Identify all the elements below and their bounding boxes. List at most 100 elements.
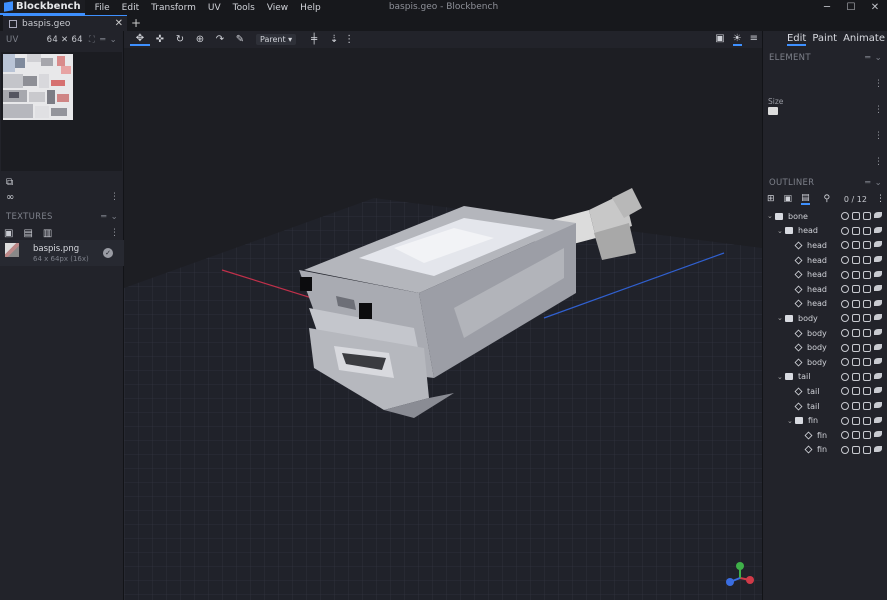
texture-folder-icon[interactable]: ▥: [43, 228, 52, 239]
chevron-down-icon[interactable]: ⌄: [767, 212, 775, 220]
more-options-icon[interactable]: ⋮: [874, 105, 883, 115]
toolbar-more-icon[interactable]: ⋮: [344, 34, 354, 45]
lock-icon[interactable]: [863, 343, 871, 352]
brush-tool-icon[interactable]: ✎: [230, 34, 250, 45]
lock-icon[interactable]: [863, 226, 871, 235]
pivot-tool-icon[interactable]: ⊕: [190, 34, 210, 45]
chevron-down-icon[interactable]: ⌄: [787, 417, 795, 425]
export-toggle-icon[interactable]: [841, 270, 849, 279]
close-tab-icon[interactable]: ✕: [115, 18, 123, 29]
minimize-button[interactable]: ─: [815, 0, 839, 15]
outliner-cube[interactable]: head: [763, 238, 887, 253]
chevron-down-icon[interactable]: ⌄: [875, 178, 882, 188]
eye-icon[interactable]: [874, 314, 882, 321]
chevron-down-icon[interactable]: ⌄: [111, 212, 118, 222]
lock-icon[interactable]: [863, 416, 871, 425]
add-group-icon[interactable]: ▣: [784, 194, 793, 204]
menu-tools[interactable]: Tools: [227, 3, 261, 13]
create-texture-icon[interactable]: ▤: [23, 228, 32, 239]
export-toggle-icon[interactable]: [841, 416, 849, 425]
menu-transform[interactable]: Transform: [145, 3, 202, 13]
export-toggle-icon[interactable]: [841, 343, 849, 352]
translate-tool-icon[interactable]: ✜: [150, 34, 170, 45]
eye-icon[interactable]: [874, 329, 882, 336]
transform-space-icon[interactable]: ╪: [304, 34, 324, 45]
outliner-group[interactable]: ⌄ tail: [763, 370, 887, 385]
shade-toggle-icon[interactable]: [852, 329, 860, 338]
lock-icon[interactable]: [863, 212, 871, 221]
close-window-button[interactable]: ✕: [863, 0, 887, 15]
pivot-mode-select[interactable]: Parent ▾: [256, 34, 297, 45]
lock-icon[interactable]: [863, 445, 871, 454]
lock-icon[interactable]: [863, 299, 871, 308]
panel-menu-icon[interactable]: ═: [865, 178, 870, 188]
more-options-icon[interactable]: ⋮: [876, 194, 885, 204]
mode-edit[interactable]: Edit: [786, 33, 807, 46]
maximize-button[interactable]: ☐: [839, 0, 863, 15]
app-logo[interactable]: Blockbench: [0, 0, 85, 15]
eye-icon[interactable]: [874, 285, 882, 292]
chevron-down-icon[interactable]: ⌄: [110, 35, 117, 45]
outliner-cube[interactable]: body: [763, 355, 887, 370]
outliner-cube[interactable]: body: [763, 326, 887, 341]
menu-help[interactable]: Help: [294, 3, 327, 13]
shade-toggle-icon[interactable]: [852, 445, 860, 454]
lock-icon[interactable]: [863, 270, 871, 279]
panel-menu-icon[interactable]: ═: [865, 53, 870, 63]
lock-icon[interactable]: [863, 431, 871, 440]
3d-viewport[interactable]: [124, 48, 762, 600]
export-toggle-icon[interactable]: [841, 299, 849, 308]
eye-icon[interactable]: [874, 299, 882, 306]
shade-toggle-icon[interactable]: [852, 270, 860, 279]
shade-toggle-icon[interactable]: [852, 431, 860, 440]
export-toggle-icon[interactable]: [841, 256, 849, 265]
eye-icon[interactable]: [874, 431, 882, 438]
more-options-icon[interactable]: ⋮: [874, 157, 883, 167]
export-toggle-icon[interactable]: [841, 372, 849, 381]
outliner-cube[interactable]: tail: [763, 399, 887, 414]
shade-toggle-icon[interactable]: [852, 226, 860, 235]
eye-icon[interactable]: [874, 226, 882, 233]
more-options-icon[interactable]: ⋮: [874, 79, 883, 89]
outliner-cube[interactable]: head: [763, 267, 887, 282]
menu-edit[interactable]: Edit: [116, 3, 145, 13]
more-options-icon[interactable]: ⋮: [110, 228, 119, 238]
eye-icon[interactable]: [874, 241, 882, 248]
texture-list-item[interactable]: baspis.png 64 x 64px (16x) ✓: [0, 240, 124, 266]
check-circle-icon[interactable]: ✓: [103, 248, 113, 258]
eye-icon[interactable]: [874, 372, 882, 379]
lock-icon[interactable]: [863, 256, 871, 265]
export-toggle-icon[interactable]: [841, 387, 849, 396]
chevron-down-icon[interactable]: ⌄: [777, 227, 785, 235]
mode-animate[interactable]: Animate: [843, 33, 885, 46]
project-tab[interactable]: baspis.geo ✕: [3, 15, 127, 31]
shade-toggle-icon[interactable]: [852, 241, 860, 250]
lock-icon[interactable]: [863, 372, 871, 381]
mirror-options-icon[interactable]: ⇣: [324, 34, 344, 45]
lock-icon[interactable]: [863, 358, 871, 367]
shade-toggle-icon[interactable]: [852, 402, 860, 411]
menu-file[interactable]: File: [89, 3, 116, 13]
lock-icon[interactable]: [863, 241, 871, 250]
link-icon[interactable]: ∞: [6, 192, 14, 203]
more-options-icon[interactable]: ⋮: [874, 131, 883, 141]
shade-toggle-icon[interactable]: [852, 416, 860, 425]
lighting-icon[interactable]: ☀: [732, 33, 742, 46]
export-toggle-icon[interactable]: [841, 241, 849, 250]
lock-icon[interactable]: [863, 314, 871, 323]
eye-icon[interactable]: [874, 270, 882, 277]
outliner-cube[interactable]: fin: [763, 428, 887, 443]
chevron-down-icon[interactable]: ⌄: [777, 314, 785, 322]
export-toggle-icon[interactable]: [841, 445, 849, 454]
panel-menu-icon[interactable]: ═: [101, 212, 106, 222]
export-toggle-icon[interactable]: [841, 329, 849, 338]
lock-icon[interactable]: [863, 387, 871, 396]
outliner-group[interactable]: ⌄ bone: [763, 209, 887, 224]
move-tool-icon[interactable]: ✥: [130, 33, 150, 46]
search-icon[interactable]: ⚲: [823, 194, 830, 204]
shade-toggle-icon[interactable]: [852, 343, 860, 352]
shade-toggle-icon[interactable]: [852, 358, 860, 367]
export-toggle-icon[interactable]: [841, 285, 849, 294]
new-tab-icon[interactable]: +: [131, 16, 141, 30]
mode-paint[interactable]: Paint: [812, 33, 837, 46]
